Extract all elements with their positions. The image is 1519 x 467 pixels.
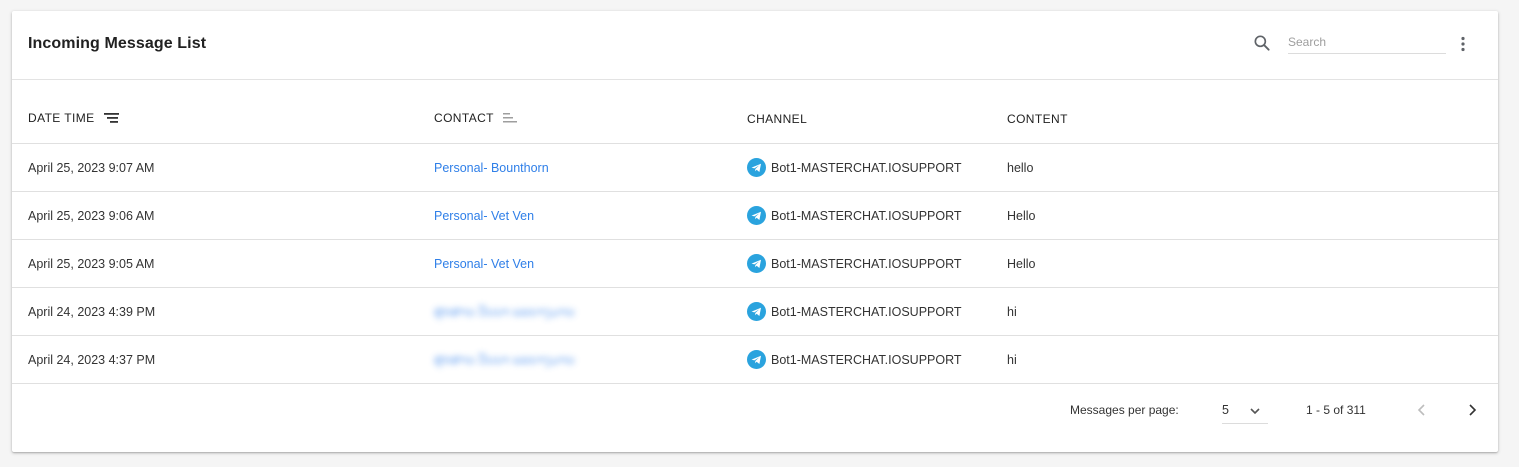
page-title: Incoming Message List	[28, 35, 207, 52]
table-row[interactable]: April 24, 2023 4:37 PM ສຸກສານ ວັນນາ ພະຍາງ…	[12, 335, 1498, 384]
cell-contact: Personal- Bounthorn	[403, 143, 747, 192]
cell-channel: Bot1-MASTERCHAT.IOSUPPORT	[747, 191, 1007, 240]
telegram-icon	[747, 302, 766, 321]
channel-name: Bot1-MASTERCHAT.IOSUPPORT	[771, 352, 962, 367]
cell-contact: ສຸກສານ ວັນນາ ພະຍາງມານ	[403, 335, 747, 384]
table-header-row: DATE TIME CONTACT CHANNEL CONTENT	[12, 95, 1498, 144]
cell-content: Hello	[1007, 239, 1498, 288]
search-icon[interactable]	[1252, 33, 1272, 53]
telegram-icon	[747, 158, 766, 177]
column-header-contact[interactable]: CONTACT	[403, 95, 747, 144]
column-header-label: DATE TIME	[28, 111, 95, 126]
column-header-content: CONTENT	[1007, 95, 1498, 144]
channel-name: Bot1-MASTERCHAT.IOSUPPORT	[771, 304, 962, 319]
table-row[interactable]: April 25, 2023 9:05 AM Personal- Vet Ven B…	[12, 239, 1498, 288]
table-row[interactable]: April 25, 2023 9:06 AM Personal- Vet Ven B…	[12, 191, 1498, 240]
column-header-channel: CHANNEL	[747, 95, 1007, 144]
cell-contact: ສຸກສານ ວັນນາ ພະຍາງມານ	[403, 287, 747, 336]
chevron-left-icon[interactable]	[1414, 400, 1430, 420]
telegram-icon	[747, 254, 766, 273]
toolbar: Incoming Message List	[12, 11, 1498, 80]
search-input[interactable]	[1288, 33, 1444, 51]
cell-contact: Personal- Vet Ven	[403, 191, 747, 240]
cell-content: Hello	[1007, 191, 1498, 240]
cell-content: hi	[1007, 287, 1498, 336]
cell-date-time: April 24, 2023 4:37 PM	[12, 335, 403, 384]
cell-date-time: April 24, 2023 4:39 PM	[12, 287, 403, 336]
search-field	[1288, 33, 1446, 54]
table-body: April 25, 2023 9:07 AM Personal- Bounthor…	[12, 143, 1498, 384]
per-page-value: 5	[1222, 403, 1229, 417]
message-list-card: Incoming Message List DATE TIME	[12, 11, 1498, 452]
cell-channel: Bot1-MASTERCHAT.IOSUPPORT	[747, 239, 1007, 288]
telegram-icon	[747, 206, 766, 225]
contact-link[interactable]: Personal- Vet Ven	[434, 257, 534, 271]
cell-contact: Personal- Vet Ven	[403, 239, 747, 288]
channel-name: Bot1-MASTERCHAT.IOSUPPORT	[771, 160, 962, 175]
page-range: 1 - 5 of 311	[1306, 403, 1366, 417]
cell-date-time: April 25, 2023 9:06 AM	[12, 191, 403, 240]
redacted-contact-link[interactable]: ສຸກສານ ວັນນາ ພະຍາງມານ	[434, 352, 575, 367]
message-table: DATE TIME CONTACT CHANNEL CONTENT April …	[12, 95, 1498, 384]
per-page-select[interactable]: 5	[1222, 399, 1268, 424]
chevron-right-icon[interactable]	[1464, 400, 1480, 420]
per-page-label: Messages per page:	[1070, 403, 1179, 417]
sort-icon[interactable]	[503, 112, 519, 127]
column-header-date-time[interactable]: DATE TIME	[12, 95, 403, 144]
channel-name: Bot1-MASTERCHAT.IOSUPPORT	[771, 208, 962, 223]
column-header-label: CONTACT	[434, 111, 494, 126]
contact-link[interactable]: Personal- Bounthorn	[434, 161, 549, 175]
channel-name: Bot1-MASTERCHAT.IOSUPPORT	[771, 256, 962, 271]
more-vertical-icon[interactable]	[1455, 35, 1471, 53]
cell-content: hi	[1007, 335, 1498, 384]
cell-content: hello	[1007, 143, 1498, 192]
cell-date-time: April 25, 2023 9:05 AM	[12, 239, 403, 288]
cell-channel: Bot1-MASTERCHAT.IOSUPPORT	[747, 143, 1007, 192]
telegram-icon	[747, 350, 766, 369]
contact-link[interactable]: Personal- Vet Ven	[434, 209, 534, 223]
chevron-down-icon	[1249, 404, 1261, 422]
table-row[interactable]: April 25, 2023 9:07 AM Personal- Bounthor…	[12, 143, 1498, 192]
pagination-bar: Messages per page: 5 1 - 5 of 311	[12, 385, 1498, 443]
cell-channel: Bot1-MASTERCHAT.IOSUPPORT	[747, 287, 1007, 336]
cell-date-time: April 25, 2023 9:07 AM	[12, 143, 403, 192]
cell-channel: Bot1-MASTERCHAT.IOSUPPORT	[747, 335, 1007, 384]
redacted-contact-link[interactable]: ສຸກສານ ວັນນາ ພະຍາງມານ	[434, 304, 575, 319]
sort-descending-icon[interactable]	[104, 112, 120, 127]
table-row[interactable]: April 24, 2023 4:39 PM ສຸກສານ ວັນນາ ພະຍາງ…	[12, 287, 1498, 336]
